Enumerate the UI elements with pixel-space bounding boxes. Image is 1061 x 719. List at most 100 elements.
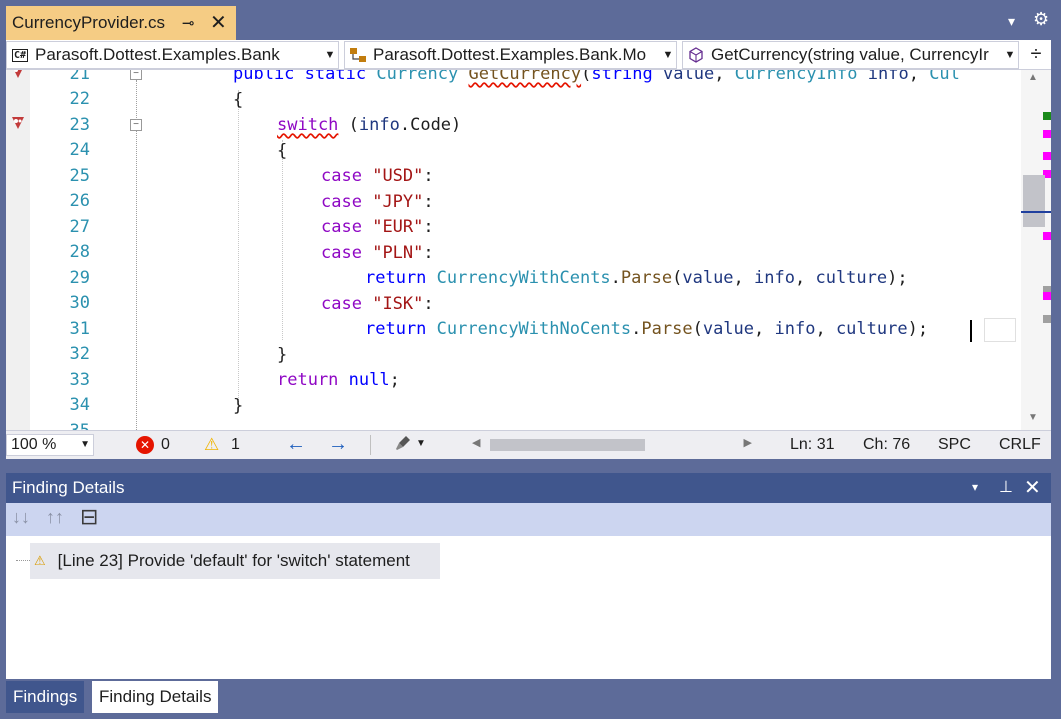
change-marker: [1043, 112, 1051, 120]
finding-marker-icon[interactable]: [10, 115, 26, 131]
tab-finding-details[interactable]: Finding Details: [92, 681, 219, 713]
collapse-region-icon[interactable]: −: [130, 70, 142, 80]
horizontal-scrollbar-thumb[interactable]: [490, 439, 645, 451]
document-tab-title: CurrencyProvider.cs: [12, 13, 166, 32]
panel-title: Finding Details: [12, 478, 125, 497]
tab-findings[interactable]: Findings: [6, 681, 85, 713]
code-line-32: }: [277, 345, 288, 365]
tab-list-dropdown-icon[interactable]: ▾: [1008, 13, 1015, 30]
chevron-down-icon: ▼: [80, 439, 90, 450]
pin-icon[interactable]: ⊸: [182, 14, 195, 32]
previous-finding-icon[interactable]: ↑↑: [46, 507, 64, 528]
char-indicator[interactable]: Ch: 76: [863, 436, 910, 454]
line-number: 35: [30, 421, 90, 430]
finding-marker-icon[interactable]: [10, 70, 26, 80]
code-line-33: return null;: [277, 370, 400, 390]
line-number: 27: [69, 217, 90, 237]
line-indicator[interactable]: Ln: 31: [790, 436, 834, 454]
code-line-22: {: [233, 90, 244, 110]
chevron-down-icon: ▼: [324, 49, 336, 61]
code-line-29: return CurrencyWithCents.Parse(value, in…: [365, 268, 908, 288]
line-number: 31: [69, 319, 90, 339]
split-editor-icon[interactable]: ÷: [1024, 43, 1048, 67]
code-editor[interactable]: 21 22 23 24 25 26 27 28 29 30 31 32 33 3…: [6, 70, 1051, 430]
indent-guide: [238, 90, 239, 410]
csharp-project-icon: C#: [11, 48, 29, 62]
code-cleanup-icon[interactable]: [394, 434, 412, 457]
vertical-scrollbar-thumb[interactable]: [1023, 175, 1045, 227]
close-icon[interactable]: ✕: [210, 10, 227, 35]
caret-position-marker: [1021, 211, 1051, 213]
scroll-left-icon[interactable]: ◀: [472, 436, 480, 449]
line-number: 25: [69, 166, 90, 186]
zoom-dropdown[interactable]: 100 % ▼: [6, 434, 94, 456]
whitespace-indicator[interactable]: SPC: [938, 436, 971, 454]
code-line-28: case "PLN":: [321, 243, 434, 263]
finding-marker: [1043, 130, 1051, 138]
line-number: 24: [69, 140, 90, 160]
line-number: 32: [69, 344, 90, 364]
error-icon[interactable]: ✕: [136, 436, 154, 454]
line-number: 26: [69, 191, 90, 211]
error-count[interactable]: 0: [161, 436, 170, 454]
toolbar-separator: [370, 435, 371, 455]
document-tab-strip: CurrencyProvider.cs ⊸ ✕ ▾ ⚙: [0, 0, 1061, 40]
gear-icon[interactable]: ⚙: [1033, 9, 1049, 30]
type-dropdown-label: Parasoft.Dottest.Examples.Bank.Mo: [373, 45, 647, 64]
collapse-all-icon[interactable]: ⊟: [80, 504, 98, 530]
scroll-up-icon[interactable]: ▲: [1028, 72, 1038, 83]
line-ending-indicator[interactable]: CRLF: [999, 436, 1041, 454]
scroll-right-icon[interactable]: ▶: [744, 436, 752, 449]
project-dropdown[interactable]: C# Parasoft.Dottest.Examples.Bank ▼: [6, 41, 339, 69]
tree-connector: [16, 560, 30, 561]
warning-icon[interactable]: ⚠: [204, 435, 219, 455]
code-line-26: case "JPY":: [321, 192, 434, 212]
editor-status-bar: 100 % ▼ ✕ 0 ⚠ 1 ← → ▼ ◀ ▶ Ln: 31 Ch: 76 S…: [6, 430, 1051, 459]
code-line-25: case "USD":: [321, 166, 434, 186]
document-tab[interactable]: CurrencyProvider.cs ⊸ ✕: [6, 6, 236, 40]
tool-window-tabs: Findings Finding Details: [0, 679, 1061, 719]
warning-count[interactable]: 1: [231, 436, 240, 454]
vertical-scrollbar-map[interactable]: ▲ ▼: [1021, 70, 1051, 430]
chevron-down-icon[interactable]: ▾: [972, 480, 978, 494]
line-number: 29: [69, 268, 90, 288]
finding-marker: [1043, 232, 1051, 240]
warning-icon: ⚠: [34, 553, 46, 568]
horizontal-scrollbar[interactable]: ◀ ▶: [472, 436, 752, 454]
line-number: 23: [69, 115, 90, 135]
code-line-24: {: [277, 141, 288, 161]
current-line-highlight: [984, 318, 1016, 342]
line-number: 30: [69, 293, 90, 313]
navigate-forward-icon[interactable]: →: [328, 433, 348, 456]
pin-icon[interactable]: ⊥: [999, 477, 1013, 497]
class-icon: [348, 46, 368, 64]
scroll-down-icon[interactable]: ▼: [1028, 412, 1038, 423]
member-dropdown-label: GetCurrency(string value, CurrencyIr: [711, 45, 989, 64]
zoom-level: 100 %: [11, 436, 57, 453]
text-caret: [970, 320, 972, 342]
navigate-back-icon[interactable]: ←: [286, 433, 306, 456]
finding-item-text: [Line 23] Provide 'default' for 'switch'…: [57, 551, 410, 570]
project-dropdown-label: Parasoft.Dottest.Examples.Bank: [35, 45, 280, 64]
type-dropdown[interactable]: Parasoft.Dottest.Examples.Bank.Mo ▼: [344, 41, 677, 69]
line-number: 34: [69, 395, 90, 415]
indicator-margin: [6, 70, 30, 430]
line-number: 33: [69, 370, 90, 390]
next-finding-icon[interactable]: ↓↓: [12, 507, 30, 528]
bookmark-marker: [1043, 315, 1051, 323]
finding-item[interactable]: ⚠ [Line 23] Provide 'default' for 'switc…: [30, 543, 440, 579]
code-line-31: return CurrencyWithNoCents.Parse(value, …: [365, 319, 929, 339]
navigation-bar: C# Parasoft.Dottest.Examples.Bank ▼ Para…: [6, 40, 1051, 70]
finding-details-toolbar: ↓↓ ↑↑ ⊟: [6, 503, 1051, 536]
finding-details-header: Finding Details ▾ ⊥ ✕: [6, 473, 1051, 503]
collapse-region-icon[interactable]: −: [130, 119, 142, 131]
close-icon[interactable]: ✕: [1024, 475, 1041, 500]
code-line-34: }: [233, 396, 244, 416]
line-number: 28: [69, 242, 90, 262]
code-line-27: case "EUR":: [321, 217, 434, 237]
code-line-30: case "ISK":: [321, 294, 434, 314]
finding-marker: [1043, 152, 1051, 160]
member-dropdown[interactable]: GetCurrency(string value, CurrencyIr ▼: [682, 41, 1019, 69]
chevron-down-icon[interactable]: ▼: [416, 438, 426, 449]
chevron-down-icon: ▼: [662, 49, 674, 61]
